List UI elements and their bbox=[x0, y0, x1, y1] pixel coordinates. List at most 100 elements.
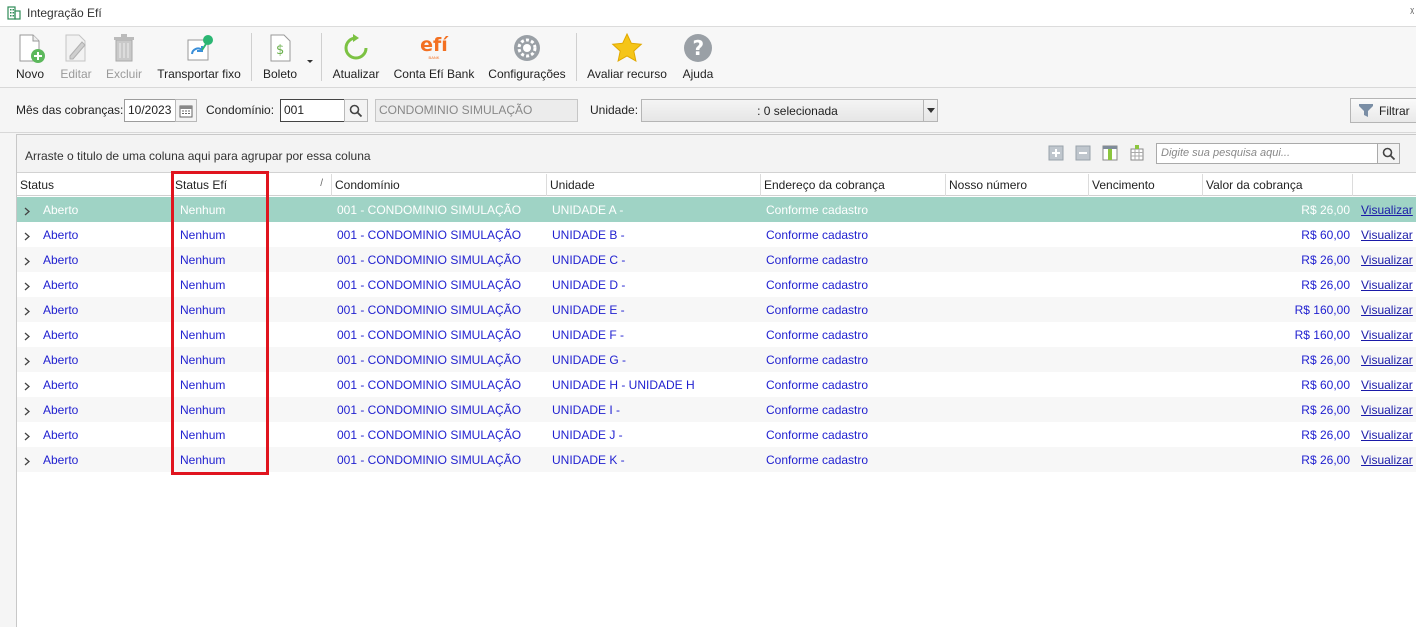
visualizar-link[interactable]: Visualizar bbox=[1358, 447, 1416, 472]
cell-unidade: UNIDADE I - bbox=[552, 403, 621, 417]
cell-status: Aberto bbox=[43, 303, 79, 317]
unidade-select[interactable]: : 0 selecionada bbox=[641, 99, 938, 122]
column-header-condominio[interactable]: Condomínio bbox=[332, 174, 547, 196]
calendar-icon bbox=[179, 105, 193, 117]
condominio-search-button[interactable] bbox=[344, 99, 368, 122]
table-row[interactable]: Aberto Nenhum 001 - CONDOMINIO SIMULAÇÃO UN… bbox=[17, 322, 1416, 347]
conta-efi-label: Conta Efí Bank bbox=[393, 67, 475, 81]
chevron-down-icon[interactable] bbox=[923, 100, 937, 121]
table-row[interactable]: Aberto Nenhum 001 - CONDOMINIO SIMULAÇÃO UN… bbox=[17, 197, 1416, 222]
table-row[interactable]: Aberto Nenhum 001 - CONDOMINIO SIMULAÇÃO UN… bbox=[17, 247, 1416, 272]
column-header-vencimento[interactable]: Vencimento bbox=[1089, 174, 1203, 196]
cell-valor: R$ 160,00 bbox=[1294, 328, 1350, 342]
chevron-right-icon[interactable] bbox=[23, 330, 31, 341]
cell-valor: R$ 26,00 bbox=[1301, 428, 1350, 442]
chevron-right-icon[interactable] bbox=[23, 455, 31, 466]
transportar-fixo-button[interactable]: Transportar fixo bbox=[156, 31, 242, 85]
help-icon: ? bbox=[682, 31, 714, 65]
table-row[interactable]: Aberto Nenhum 001 - CONDOMINIO SIMULAÇÃO UN… bbox=[17, 272, 1416, 297]
atualizar-button[interactable]: Atualizar bbox=[330, 31, 382, 85]
table-row[interactable]: Aberto Nenhum 001 - CONDOMINIO SIMULAÇÃO UN… bbox=[17, 397, 1416, 422]
cell-condominio: 001 - CONDOMINIO SIMULAÇÃO bbox=[337, 253, 522, 267]
ajuda-button[interactable]: ? Ajuda bbox=[678, 31, 718, 85]
cell-endereco: Conforme cadastro bbox=[766, 378, 869, 392]
visualizar-link[interactable]: Visualizar bbox=[1358, 297, 1416, 322]
layout-button[interactable] bbox=[1129, 145, 1145, 161]
visualizar-link[interactable]: Visualizar bbox=[1358, 397, 1416, 422]
chevron-right-icon[interactable] bbox=[23, 380, 31, 391]
editar-button[interactable]: Editar bbox=[56, 31, 96, 85]
gear-icon bbox=[511, 31, 543, 65]
chevron-right-icon[interactable] bbox=[23, 305, 31, 316]
grid-search-button[interactable] bbox=[1378, 143, 1400, 164]
visualizar-link[interactable]: Visualizar bbox=[1358, 372, 1416, 397]
cell-status-efi: Nenhum bbox=[180, 453, 226, 467]
collapse-all-button[interactable] bbox=[1075, 145, 1091, 161]
columns-icon bbox=[1102, 145, 1118, 161]
chevron-right-icon[interactable] bbox=[23, 355, 31, 366]
excluir-button[interactable]: Excluir bbox=[104, 31, 144, 85]
column-header-unidade[interactable]: Unidade bbox=[547, 174, 761, 196]
visualizar-link[interactable]: Visualizar bbox=[1358, 322, 1416, 347]
transportar-label: Transportar fixo bbox=[157, 67, 241, 81]
chevron-right-icon[interactable] bbox=[23, 280, 31, 291]
avaliar-recurso-button[interactable]: Avaliar recurso bbox=[585, 31, 669, 85]
mes-label: Mês das cobranças: bbox=[16, 103, 124, 117]
column-header-status-efi[interactable]: Status Efí / bbox=[172, 174, 332, 196]
cell-valor: R$ 60,00 bbox=[1301, 378, 1350, 392]
efi-logo-subtext: BANK bbox=[428, 55, 440, 60]
chevron-right-icon[interactable] bbox=[23, 255, 31, 266]
cell-unidade: UNIDADE H - UNIDADE H bbox=[552, 378, 695, 392]
configuracoes-button[interactable]: Configurações bbox=[486, 31, 568, 85]
table-row[interactable]: Aberto Nenhum 001 - CONDOMINIO SIMULAÇÃO UN… bbox=[17, 297, 1416, 322]
chevron-right-icon[interactable] bbox=[23, 430, 31, 441]
boleto-button[interactable]: $ Boleto bbox=[258, 31, 302, 85]
column-header-nosso-numero[interactable]: Nosso número bbox=[946, 174, 1089, 196]
column-header-valor[interactable]: Valor da cobrança bbox=[1203, 174, 1353, 196]
cell-unidade: UNIDADE G - bbox=[552, 353, 627, 367]
close-icon[interactable]: ᵡ bbox=[1410, 6, 1414, 18]
expand-all-icon bbox=[1048, 145, 1064, 161]
cell-status-efi: Nenhum bbox=[180, 228, 226, 242]
svg-text:$: $ bbox=[276, 43, 284, 58]
novo-button[interactable]: Novo bbox=[10, 31, 50, 85]
column-header-status[interactable]: Status bbox=[17, 174, 172, 196]
conta-efi-bank-button[interactable]: efí BANK Conta Efí Bank bbox=[393, 31, 475, 85]
column-header-status-efi-label: Status Efí bbox=[175, 178, 228, 192]
column-chooser-button[interactable] bbox=[1102, 145, 1118, 161]
table-row[interactable]: Aberto Nenhum 001 - CONDOMINIO SIMULAÇÃO UN… bbox=[17, 422, 1416, 447]
trash-icon bbox=[108, 31, 140, 65]
calendar-button[interactable] bbox=[175, 99, 197, 122]
boleto-dropdown-button[interactable] bbox=[304, 31, 316, 85]
cell-endereco: Conforme cadastro bbox=[766, 278, 869, 292]
refresh-icon bbox=[340, 31, 372, 65]
table-row[interactable]: Aberto Nenhum 001 - CONDOMINIO SIMULAÇÃO UN… bbox=[17, 347, 1416, 372]
chevron-right-icon[interactable] bbox=[23, 205, 31, 216]
visualizar-link[interactable]: Visualizar bbox=[1358, 247, 1416, 272]
caret-down-icon bbox=[306, 31, 314, 65]
visualizar-link[interactable]: Visualizar bbox=[1358, 347, 1416, 372]
visualizar-link[interactable]: Visualizar bbox=[1358, 422, 1416, 447]
cell-condominio: 001 - CONDOMINIO SIMULAÇÃO bbox=[337, 303, 522, 317]
grid-search-input[interactable]: Digite sua pesquisa aqui... bbox=[1156, 143, 1378, 164]
visualizar-link[interactable]: Visualizar bbox=[1358, 272, 1416, 297]
group-panel[interactable]: Arraste o titulo de uma coluna aqui para… bbox=[17, 135, 1416, 173]
visualizar-link[interactable]: Visualizar bbox=[1358, 222, 1416, 247]
cell-endereco: Conforme cadastro bbox=[766, 428, 869, 442]
chevron-right-icon[interactable] bbox=[23, 230, 31, 241]
expand-all-button[interactable] bbox=[1048, 145, 1064, 161]
cell-unidade: UNIDADE E - bbox=[552, 303, 625, 317]
transport-icon bbox=[182, 31, 216, 65]
chevron-right-icon[interactable] bbox=[23, 405, 31, 416]
cell-status-efi: Nenhum bbox=[180, 278, 226, 292]
mes-input[interactable]: 10/2023 bbox=[124, 99, 176, 122]
table-row[interactable]: Aberto Nenhum 001 - CONDOMINIO SIMULAÇÃO UN… bbox=[17, 222, 1416, 247]
visualizar-link[interactable]: Visualizar bbox=[1358, 197, 1416, 222]
cell-valor: R$ 26,00 bbox=[1301, 253, 1350, 267]
table-row[interactable]: Aberto Nenhum 001 - CONDOMINIO SIMULAÇÃO UN… bbox=[17, 372, 1416, 397]
filtrar-button[interactable]: Filtrar bbox=[1350, 98, 1416, 123]
condominio-input[interactable]: 001 bbox=[280, 99, 345, 122]
cell-unidade: UNIDADE C - bbox=[552, 253, 626, 267]
column-header-endereco[interactable]: Endereço da cobrança bbox=[761, 174, 946, 196]
table-row[interactable]: Aberto Nenhum 001 - CONDOMINIO SIMULAÇÃO UN… bbox=[17, 447, 1416, 472]
